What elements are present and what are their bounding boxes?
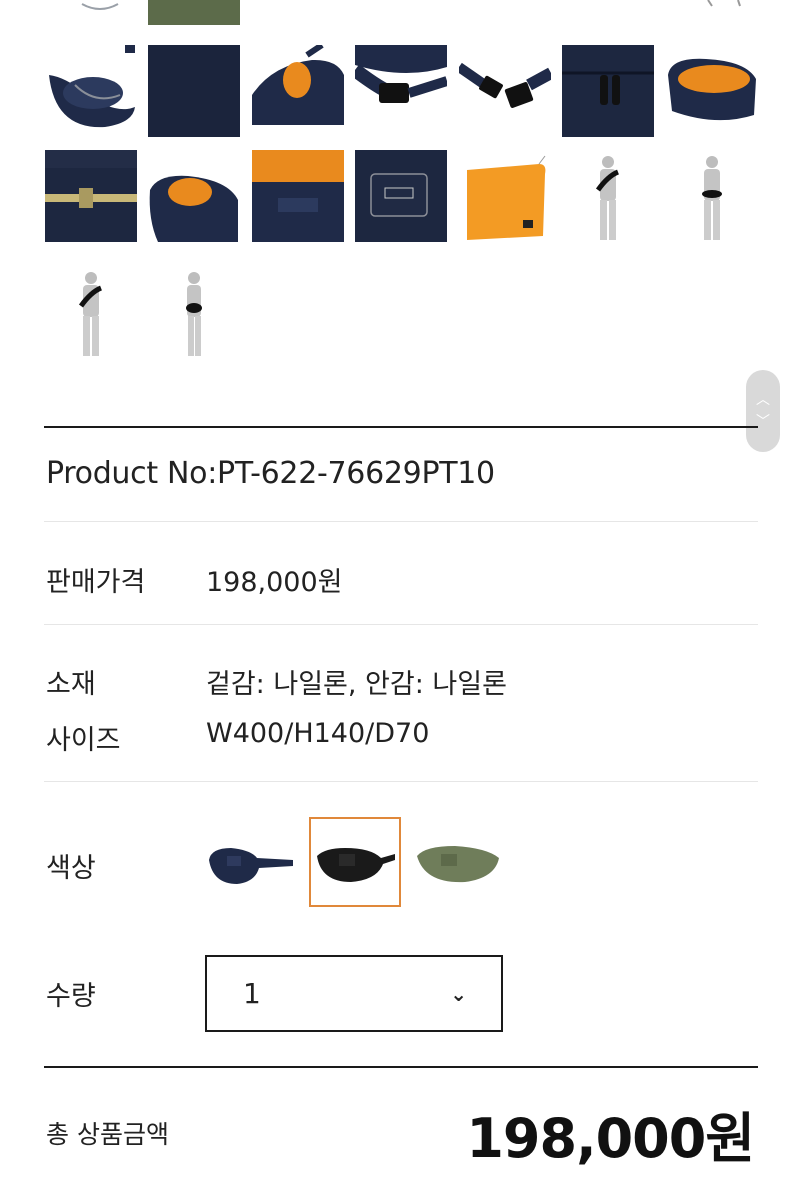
color-swatch-olive[interactable] bbox=[413, 817, 505, 907]
thumbnail-bag-orange-lining[interactable] bbox=[252, 45, 344, 137]
material-value: 겉감: 나일론, 안감: 나일론 bbox=[206, 669, 507, 700]
thumbnail-model-front-shoulder[interactable] bbox=[562, 150, 654, 242]
thumbnail-model-back-shoulder[interactable] bbox=[45, 266, 137, 358]
quantity-value: 1 bbox=[243, 977, 261, 1010]
partial-thumb-olive[interactable] bbox=[148, 0, 240, 25]
thumbnail-bag-orange-interior[interactable] bbox=[666, 45, 758, 137]
thumbnail-bag-side-orange[interactable] bbox=[148, 150, 240, 242]
thumbnail-zipper-closeup[interactable] bbox=[45, 150, 137, 242]
thumbnail-interior-pocket-label[interactable] bbox=[252, 150, 344, 242]
product-number: Product No:PT-622-76629PT10 bbox=[46, 456, 495, 491]
chevron-down-icon: ⌄ bbox=[450, 981, 467, 1006]
total-price-label: 총 상품금액 bbox=[46, 1120, 169, 1149]
color-swatch-black[interactable] bbox=[309, 817, 401, 907]
bag-icon bbox=[209, 848, 293, 884]
thumbnail-porter-label[interactable] bbox=[355, 150, 447, 242]
price-label: 판매가격 bbox=[46, 567, 146, 598]
quantity-label: 수량 bbox=[46, 981, 96, 1012]
thumbnail-zipper-pulls[interactable] bbox=[562, 45, 654, 137]
divider bbox=[44, 781, 758, 782]
partial-thumb-shape bbox=[81, 3, 119, 10]
color-swatch-navy[interactable] bbox=[205, 817, 297, 907]
gallery-top-partial bbox=[0, 0, 802, 30]
chevron-down-icon[interactable]: ﹀ bbox=[756, 415, 770, 429]
section-divider bbox=[44, 426, 758, 428]
size-label: 사이즈 bbox=[46, 725, 121, 756]
thumbnail-bag-open-navy[interactable] bbox=[45, 45, 137, 137]
thumbnail-model-front-waist[interactable] bbox=[666, 150, 758, 242]
section-divider bbox=[44, 1066, 758, 1068]
material-label: 소재 bbox=[46, 669, 96, 700]
bag-icon bbox=[417, 846, 499, 883]
divider bbox=[44, 521, 758, 522]
thumbnail-model-side-waist[interactable] bbox=[148, 266, 240, 358]
thumbnail-fabric-closeup-navy[interactable] bbox=[148, 45, 240, 137]
chevron-up-icon[interactable]: ︿ bbox=[756, 393, 770, 407]
partial-thumb-marks bbox=[707, 0, 741, 7]
size-value: W400/H140/D70 bbox=[206, 718, 430, 749]
total-price-value: 198,000원 bbox=[466, 1107, 755, 1170]
divider bbox=[44, 624, 758, 625]
color-label: 색상 bbox=[46, 853, 96, 884]
price-value: 198,000원 bbox=[206, 567, 343, 598]
thumbnail-strap-buckle-closed[interactable] bbox=[355, 45, 447, 137]
thumbnail-orange-dust-bag[interactable] bbox=[459, 150, 551, 242]
scroll-handle[interactable]: ︿ ﹀ bbox=[746, 370, 780, 452]
quantity-select[interactable]: 1 ⌄ bbox=[205, 955, 503, 1032]
bag-icon bbox=[317, 848, 395, 882]
thumbnail-strap-buckle-open[interactable] bbox=[459, 45, 551, 137]
